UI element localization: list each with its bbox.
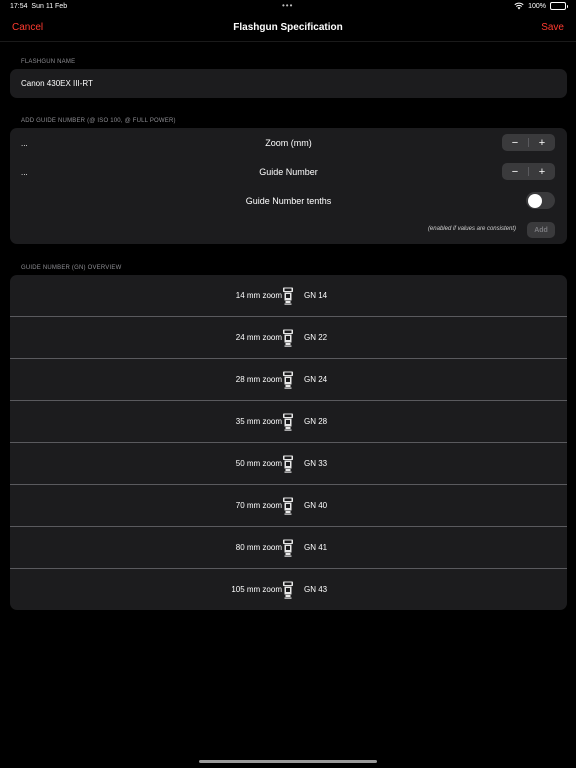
add-button[interactable]: Add xyxy=(527,222,555,238)
add-hint-text: (enabled if values are consistent) xyxy=(427,226,516,232)
overview-card: 14 mm zoom GN 14 24 mm zoom GN 22 28 mm … xyxy=(10,275,567,610)
add-guide-number-header: ADD GUIDE NUMBER (@ ISO 100, @ FULL POWE… xyxy=(21,118,176,124)
flashgun-icon xyxy=(283,581,293,599)
table-row[interactable]: 24 mm zoom GN 22 xyxy=(10,317,567,359)
page-title: Flashgun Specification xyxy=(233,22,343,33)
guide-number-label: Guide Number xyxy=(259,167,318,177)
flashgun-name-input[interactable] xyxy=(10,69,567,98)
status-bar: 17:54 Sun 11 Feb ••• 100% xyxy=(0,0,576,14)
guide-number-text: GN 14 xyxy=(304,291,328,300)
wifi-icon xyxy=(514,2,524,10)
guide-number-text: GN 24 xyxy=(304,375,328,384)
flashgun-icon xyxy=(283,413,293,431)
guide-number-increment-button[interactable]: + xyxy=(529,163,555,180)
table-row[interactable]: 105 mm zoom GN 43 xyxy=(10,569,567,610)
zoom-text: 35 mm zoom xyxy=(235,417,282,426)
table-row[interactable]: 28 mm zoom GN 24 xyxy=(10,359,567,401)
guide-number-text: GN 43 xyxy=(304,585,328,594)
table-row[interactable]: 35 mm zoom GN 28 xyxy=(10,401,567,443)
navigation-bar: Cancel Flashgun Specification Save xyxy=(0,14,576,42)
table-row[interactable]: 80 mm zoom GN 41 xyxy=(10,527,567,569)
zoom-text: 50 mm zoom xyxy=(235,459,282,468)
overview-header: GUIDE NUMBER (GN) OVERVIEW xyxy=(21,265,122,271)
guide-number-tenths-toggle[interactable] xyxy=(526,192,555,209)
zoom-text: 24 mm zoom xyxy=(235,333,282,342)
add-guide-number-card: ... Zoom (mm) − + ... Guide Number − + G… xyxy=(10,128,567,244)
flashgun-icon xyxy=(283,455,293,473)
zoom-label: Zoom (mm) xyxy=(265,138,312,148)
zoom-decrement-button[interactable]: − xyxy=(502,134,528,151)
zoom-text: 80 mm zoom xyxy=(235,543,282,552)
status-time: 17:54 Sun 11 Feb xyxy=(10,3,68,10)
battery-percentage: 100% xyxy=(528,2,546,10)
zoom-text: 105 mm zoom xyxy=(231,585,282,594)
flashgun-name-card xyxy=(10,69,567,98)
table-row[interactable]: 70 mm zoom GN 40 xyxy=(10,485,567,527)
overview-list: 14 mm zoom GN 14 24 mm zoom GN 22 28 mm … xyxy=(10,275,567,610)
guide-number-text: GN 28 xyxy=(304,417,328,426)
flashgun-icon xyxy=(283,497,293,515)
flashgun-icon xyxy=(283,287,293,305)
table-row[interactable]: 14 mm zoom GN 14 xyxy=(10,275,567,317)
zoom-text: 14 mm zoom xyxy=(235,291,282,300)
guide-number-tenths-label: Guide Number tenths xyxy=(245,196,332,206)
flashgun-icon xyxy=(283,539,293,557)
multitasking-dots[interactable]: ••• xyxy=(282,1,293,10)
zoom-text: 70 mm zoom xyxy=(235,501,282,510)
table-row[interactable]: 50 mm zoom GN 33 xyxy=(10,443,567,485)
guide-number-text: GN 41 xyxy=(304,543,328,552)
guide-number-stepper[interactable]: − + xyxy=(502,163,555,180)
flashgun-name-header: FLASHGUN NAME xyxy=(21,59,76,65)
battery-icon xyxy=(550,2,568,10)
status-right: 100% xyxy=(514,2,568,10)
toggle-knob xyxy=(527,193,542,208)
flashgun-icon xyxy=(283,371,293,389)
home-indicator[interactable] xyxy=(199,760,377,763)
zoom-stepper[interactable]: − + xyxy=(502,134,555,151)
zoom-increment-button[interactable]: + xyxy=(529,134,555,151)
guide-number-text: GN 33 xyxy=(304,459,328,468)
zoom-text: 28 mm zoom xyxy=(235,375,282,384)
guide-number-text: GN 40 xyxy=(304,501,328,510)
guide-number-decrement-button[interactable]: − xyxy=(502,163,528,180)
guide-number-text: GN 22 xyxy=(304,333,328,342)
flashgun-icon xyxy=(283,329,293,347)
save-button[interactable]: Save xyxy=(541,22,564,33)
